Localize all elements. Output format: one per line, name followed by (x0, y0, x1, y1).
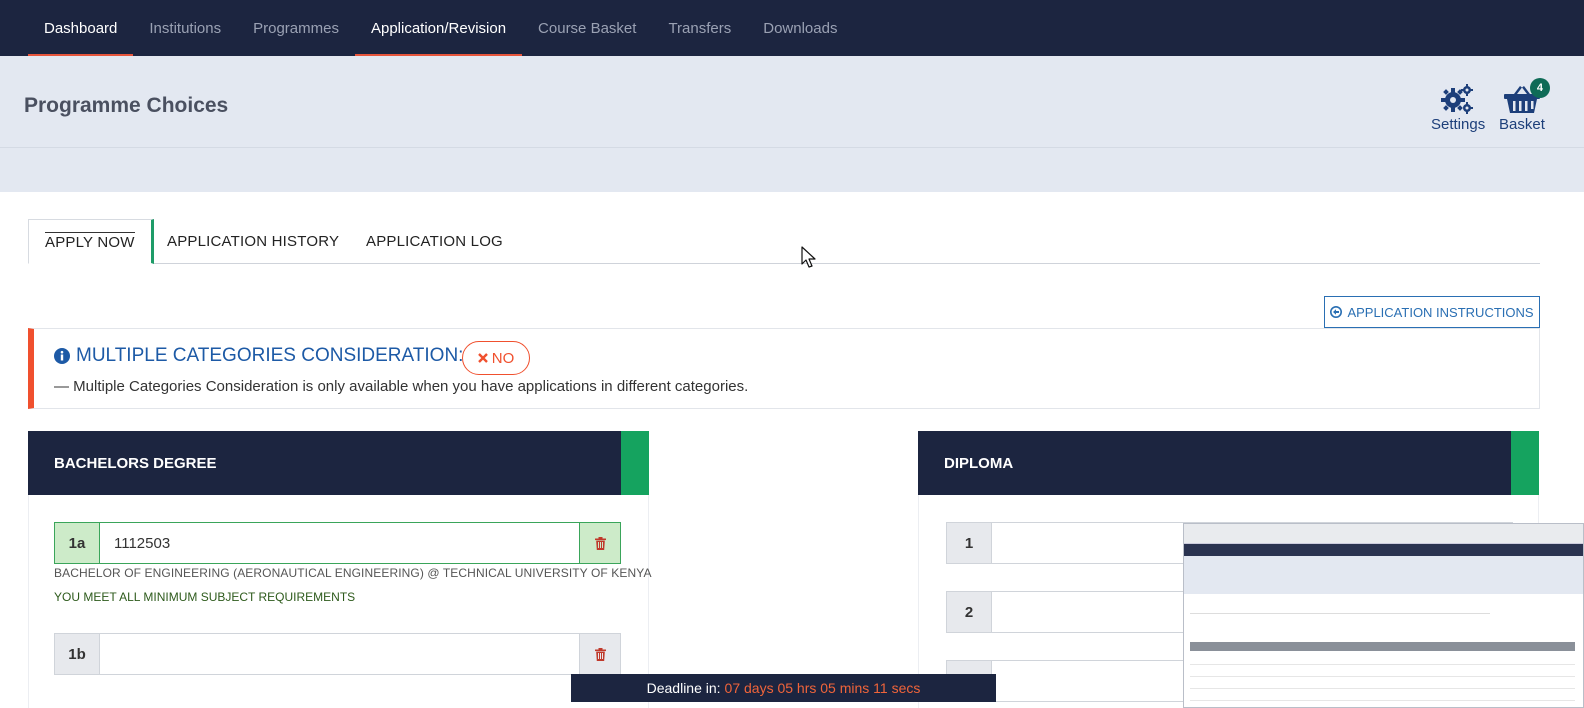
diploma-title: DIPLOMA (944, 454, 1014, 472)
tab-apply-now-label: APPLY NOW (45, 232, 135, 251)
thumbnail-row (1190, 700, 1575, 701)
thumbnail-header (1184, 556, 1583, 594)
choice-label: 1a (54, 522, 100, 564)
alert-title-text: MULTIPLE CATEGORIES CONSIDERATION: (76, 345, 464, 366)
thumbnail-table-header (1190, 642, 1575, 651)
diploma-card-header: DIPLOMA (918, 431, 1539, 495)
nav-application-revision[interactable]: Application/Revision (354, 0, 523, 56)
programme-code-input[interactable] (100, 633, 580, 675)
settings-button[interactable]: Settings (1431, 84, 1485, 133)
basket-count-badge: 4 (1529, 78, 1550, 98)
delete-choice-button[interactable] (580, 522, 621, 564)
screenshot-thumbnail[interactable] (1183, 523, 1584, 708)
bachelors-title: BACHELORS DEGREE (54, 454, 217, 472)
nav-dashboard[interactable]: Dashboard (28, 0, 134, 56)
choice-label: 1 (946, 522, 992, 564)
nav-downloads[interactable]: Downloads (747, 0, 853, 56)
top-nav: Dashboard Institutions Programmes Applic… (0, 0, 1584, 56)
tab-application-log[interactable]: APPLICATION LOG (366, 219, 503, 264)
application-instructions-label: APPLICATION INSTRUCTIONS (1347, 304, 1534, 320)
page-title: Programme Choices (24, 94, 229, 117)
basket-button[interactable]: 4 Basket (1499, 78, 1550, 133)
requirements-status: YOU MEET ALL MINIMUM SUBJECT REQUIREMENT… (54, 590, 356, 604)
choice-label: 1b (54, 633, 100, 675)
nav-course-basket[interactable]: Course Basket (522, 0, 652, 56)
trash-icon (594, 647, 606, 661)
close-icon (477, 353, 488, 363)
status-strip (621, 431, 649, 495)
multiple-categories-alert: MULTIPLE CATEGORIES CONSIDERATION: NO — … (28, 328, 1540, 409)
alert-title: MULTIPLE CATEGORIES CONSIDERATION: (54, 345, 463, 367)
basket-label: Basket (1499, 116, 1545, 133)
nav-transfers[interactable]: Transfers (652, 0, 747, 56)
nav-institutions[interactable]: Institutions (133, 0, 237, 56)
header-subband (0, 148, 1584, 192)
header-band: Programme Choices Settings 4 Basket (0, 56, 1584, 148)
thumbnail-row (1190, 664, 1575, 665)
deadline-countdown: 07 days 05 hrs 05 mins 11 secs (724, 680, 921, 696)
trash-icon (594, 536, 606, 550)
deadline-label: Deadline in: (646, 680, 721, 696)
mouse-cursor-icon (801, 246, 816, 268)
nav-programmes[interactable]: Programmes (237, 0, 355, 56)
gears-icon (1441, 84, 1474, 114)
arrow-circle-left-icon (1330, 306, 1343, 318)
delete-choice-button[interactable] (580, 633, 621, 675)
tab-application-history[interactable]: APPLICATION HISTORY (167, 219, 339, 264)
deadline-bar: Deadline in: 07 days 05 hrs 05 mins 11 s… (571, 674, 996, 702)
status-strip (1511, 431, 1539, 495)
application-tabs: APPLY NOW APPLICATION HISTORY APPLICATIO… (28, 219, 1540, 264)
toggle-label: NO (491, 349, 515, 367)
info-circle-icon (54, 348, 70, 364)
bachelors-choice-1b: 1b (54, 633, 621, 675)
thumbnail-browser-bar (1184, 524, 1583, 544)
thumbnail-row (1190, 676, 1575, 677)
alert-message: — Multiple Categories Consideration is o… (54, 378, 749, 395)
application-instructions-button[interactable]: APPLICATION INSTRUCTIONS (1324, 296, 1540, 328)
choice-label: 2 (946, 591, 992, 633)
settings-label: Settings (1431, 116, 1486, 133)
thumbnail-tabs (1190, 606, 1490, 614)
bachelors-choice-1a: 1a 1112503 (54, 522, 621, 564)
thumbnail-nav (1184, 544, 1583, 556)
programme-name: BACHELOR OF ENGINEERING (AERONAUTICAL EN… (54, 566, 652, 580)
programme-code-input[interactable]: 1112503 (100, 522, 580, 564)
bachelors-card-header: BACHELORS DEGREE (28, 431, 649, 495)
tab-apply-now[interactable]: APPLY NOW (28, 219, 154, 264)
thumbnail-row (1190, 688, 1575, 689)
multiple-categories-toggle[interactable]: NO (462, 341, 530, 375)
